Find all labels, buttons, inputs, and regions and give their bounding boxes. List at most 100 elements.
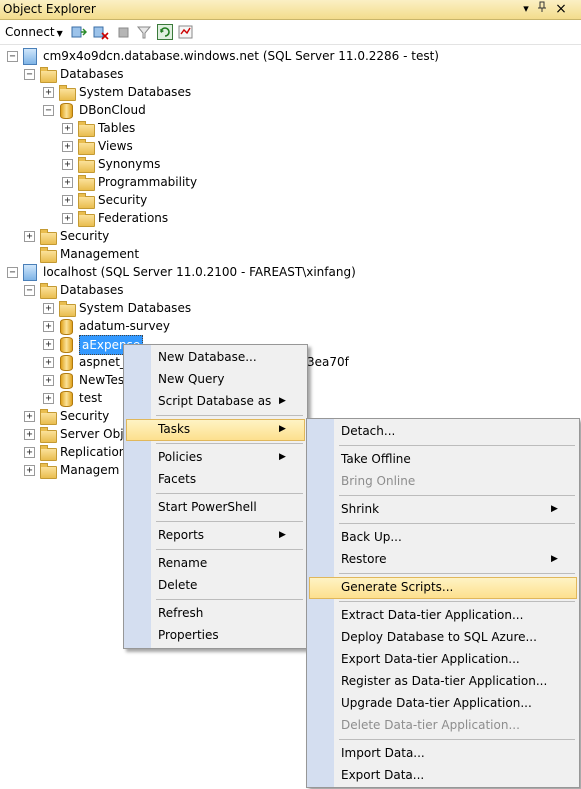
expand-icon[interactable]: + [43,339,54,350]
activity-monitor-icon[interactable] [178,24,194,40]
folder-icon [59,301,76,317]
tree-node[interactable]: − cm9x4o9dcn.database.windows.net (SQL Se… [0,47,570,65]
expand-icon[interactable]: + [62,177,73,188]
tree-node[interactable]: + Security [0,227,570,245]
collapse-icon[interactable]: − [7,267,18,278]
menu-item-reports[interactable]: Reports ▶ [152,524,301,546]
tree-node-label[interactable]: aspnet_ [79,353,126,371]
tree-node-label[interactable]: Server Obj [60,425,124,443]
tree-node[interactable]: + Tables [0,119,570,137]
menu-item-export-data[interactable]: Export Data... [335,764,573,786]
menu-item-back-up[interactable]: Back Up... [335,526,573,548]
tree-node-label[interactable]: Security [60,227,109,245]
expand-icon[interactable]: + [62,213,73,224]
menu-item-policies[interactable]: Policies ▶ [152,446,301,468]
menu-item-import-data[interactable]: Import Data... [335,742,573,764]
tree-node[interactable]: − Databases [0,65,570,83]
menu-item-delete[interactable]: Delete [152,574,301,596]
tree-node-label[interactable]: Programmability [98,173,197,191]
folder-icon [40,445,57,461]
collapse-icon[interactable]: − [24,285,35,296]
tree-node[interactable]: + Views [0,137,570,155]
menu-item-properties[interactable]: Properties [152,624,301,646]
menu-item-extract-data-tier-application[interactable]: Extract Data-tier Application... [335,604,573,626]
window-position-dropdown-icon[interactable]: ▾ [519,1,533,17]
tree-node-label[interactable]: Management [60,245,139,263]
tree-node-label[interactable]: System Databases [79,83,191,101]
tree-node-label[interactable]: Databases [60,65,124,83]
tree-node[interactable]: Management [0,245,570,263]
tree-node[interactable]: + Federations [0,209,570,227]
menu-item-tasks[interactable]: Tasks ▶ [152,418,301,440]
menu-item-export-data-tier-application[interactable]: Export Data-tier Application... [335,648,573,670]
tree-node[interactable]: − localhost (SQL Server 11.0.2100 - FAREA… [0,263,570,281]
tree-node[interactable]: + Programmability [0,173,570,191]
menu-item-upgrade-data-tier-application[interactable]: Upgrade Data-tier Application... [335,692,573,714]
expand-icon[interactable]: + [24,465,35,476]
tree-node-label[interactable]: Managem [60,461,119,479]
filter-icon[interactable] [136,24,152,40]
tree-node[interactable]: − Databases [0,281,570,299]
tree-node-label[interactable]: NewTes [79,371,124,389]
menu-item-start-powershell[interactable]: Start PowerShell [152,496,301,518]
tree-node-label[interactable]: Federations [98,209,168,227]
expand-icon[interactable]: + [24,231,35,242]
expand-icon[interactable]: + [24,429,35,440]
tree-node-label[interactable]: Databases [60,281,124,299]
expand-icon[interactable]: + [43,321,54,332]
disconnect-icon[interactable] [93,24,109,40]
tree-node-label[interactable]: Security [98,191,147,209]
menu-item-take-offline[interactable]: Take Offline [335,448,573,470]
tree-node-label[interactable]: Security [60,407,109,425]
menu-separator [339,601,575,602]
menu-item-refresh[interactable]: Refresh [152,602,301,624]
expand-icon[interactable]: + [62,159,73,170]
tree-node[interactable]: + Security [0,191,570,209]
tree-node-label[interactable]: adatum-survey [79,317,170,335]
menu-item-facets[interactable]: Facets [152,468,301,490]
expand-icon[interactable]: + [43,375,54,386]
expand-icon[interactable]: + [24,447,35,458]
menu-item-generate-scripts[interactable]: Generate Scripts... [335,576,573,598]
menu-item-script-database-as[interactable]: Script Database as ▶ [152,390,301,412]
menu-item-rename[interactable]: Rename [152,552,301,574]
expand-icon[interactable]: + [62,123,73,134]
tree-node[interactable]: + adatum-survey [0,317,570,335]
connect-object-explorer-icon[interactable] [71,24,88,40]
expand-icon[interactable]: + [43,393,54,404]
expand-icon[interactable]: + [62,141,73,152]
stop-icon[interactable] [116,24,132,40]
tree-node[interactable]: + Synonyms [0,155,570,173]
expand-icon[interactable]: + [62,195,73,206]
menu-item-restore[interactable]: Restore ▶ [335,548,573,570]
expand-icon[interactable]: + [43,357,54,368]
tree-node-label[interactable]: System Databases [79,299,191,317]
collapse-icon[interactable]: − [43,105,54,116]
tree-node[interactable]: − DBonCloud [0,101,570,119]
close-icon[interactable]: × [554,1,568,17]
menu-item-new-database[interactable]: New Database... [152,346,301,368]
tree-node-label[interactable]: Tables [98,119,135,137]
menu-item-register-as-data-tier-application[interactable]: Register as Data-tier Application... [335,670,573,692]
tree-node-label[interactable]: Synonyms [98,155,160,173]
menu-item-shrink[interactable]: Shrink ▶ [335,498,573,520]
tree-node-label[interactable]: DBonCloud [79,101,146,119]
refresh-icon[interactable] [157,24,173,40]
connect-dropdown-button[interactable]: Connect ▼ [5,23,63,41]
collapse-icon[interactable]: − [7,51,18,62]
tree-node-label[interactable]: test [79,389,102,407]
tree-node-label[interactable]: Views [98,137,133,155]
auto-hide-pin-icon[interactable] [535,1,549,17]
expand-icon[interactable]: + [43,303,54,314]
menu-item-detach[interactable]: Detach... [335,420,573,442]
tree-node-label[interactable]: Replication [60,443,126,461]
menu-item-new-query[interactable]: New Query [152,368,301,390]
expand-icon[interactable]: + [43,87,54,98]
tree-node-label[interactable]: cm9x4o9dcn.database.windows.net (SQL Ser… [43,47,439,65]
expand-icon[interactable]: + [24,411,35,422]
menu-item-deploy-database-to-sql-azure[interactable]: Deploy Database to SQL Azure... [335,626,573,648]
tree-node[interactable]: + System Databases [0,299,570,317]
tree-node-label[interactable]: localhost (SQL Server 11.0.2100 - FAREAS… [43,263,356,281]
collapse-icon[interactable]: − [24,69,35,80]
tree-node[interactable]: + System Databases [0,83,570,101]
